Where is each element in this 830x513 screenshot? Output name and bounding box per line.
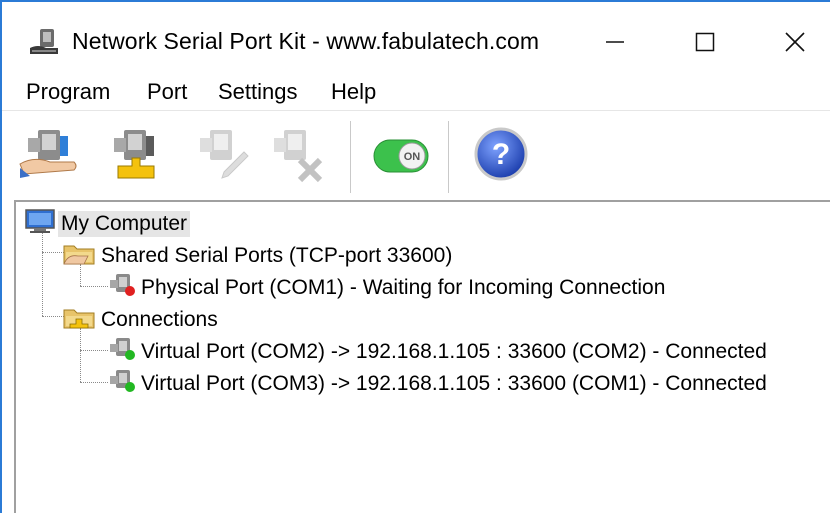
app-port-icon	[28, 26, 62, 58]
connect-port-icon	[102, 124, 168, 189]
tree-connector	[80, 382, 108, 383]
svg-text:?: ?	[492, 138, 510, 171]
edit-port-icon	[188, 124, 254, 189]
title-bar[interactable]: Network Serial Port Kit - www.fabulatech…	[2, 2, 830, 76]
tree-node-label: Physical Port (COM1) - Waiting for Incom…	[141, 276, 666, 299]
serial-port-green-icon	[108, 336, 138, 368]
tree-node-label: Virtual Port (COM3) -> 192.168.1.105 : 3…	[141, 372, 767, 395]
tree-connector	[42, 252, 64, 253]
folder-icon	[62, 304, 98, 336]
serial-port-green-icon	[108, 368, 138, 400]
tree-node-label: Virtual Port (COM2) -> 192.168.1.105 : 3…	[141, 340, 767, 363]
computer-icon	[24, 208, 58, 240]
tree-connector	[42, 232, 43, 316]
tree-connector	[42, 316, 64, 317]
menu-help[interactable]: Help	[331, 79, 376, 105]
tree-node-shared-ports[interactable]: Shared Serial Ports (TCP-port 33600)	[62, 240, 455, 272]
share-port-button[interactable]	[16, 123, 82, 189]
menu-bar: Program Port Settings Help	[2, 76, 830, 108]
app-window: Network Serial Port Kit - www.fabulatech…	[0, 0, 830, 513]
help-button[interactable]: ?	[468, 123, 534, 189]
edit-port-button[interactable]	[188, 123, 254, 189]
window-title: Network Serial Port Kit - www.fabulatech…	[72, 28, 540, 54]
serial-port-red-icon	[108, 272, 138, 304]
help-icon: ?	[471, 124, 531, 189]
connect-port-button[interactable]	[102, 123, 168, 189]
toolbar-separator	[350, 121, 351, 193]
toolbar-separator	[448, 121, 449, 193]
share-port-icon	[16, 124, 82, 189]
toggle-on-label: ON	[404, 151, 421, 163]
tree-node-label: My Computer	[58, 211, 191, 237]
delete-port-icon	[262, 124, 328, 189]
tree-node-virtual-port-com3[interactable]: Virtual Port (COM3) -> 192.168.1.105 : 3…	[108, 368, 770, 400]
menu-port[interactable]: Port	[147, 79, 187, 105]
tree-node-label: Shared Serial Ports (TCP-port 33600)	[101, 244, 453, 267]
maximize-button[interactable]	[682, 20, 728, 64]
tree-node-connections[interactable]: Connections	[62, 304, 221, 336]
folder-icon	[62, 240, 98, 272]
tree-connector	[80, 350, 108, 351]
tree-connector	[80, 328, 81, 382]
toolbar: ON ?	[2, 110, 830, 199]
tree-node-label: Connections	[101, 308, 218, 331]
tree-connector	[80, 286, 108, 287]
menu-program[interactable]: Program	[26, 79, 110, 105]
port-tree-view[interactable]: My Computer Shared Serial Ports (TCP-por…	[14, 200, 830, 513]
tree-node-virtual-port-com2[interactable]: Virtual Port (COM2) -> 192.168.1.105 : 3…	[108, 336, 770, 368]
close-button[interactable]	[772, 20, 818, 64]
menu-settings[interactable]: Settings	[218, 79, 298, 105]
minimize-button[interactable]	[592, 20, 638, 64]
delete-port-button[interactable]	[262, 123, 328, 189]
tree-node-physical-port[interactable]: Physical Port (COM1) - Waiting for Incom…	[108, 272, 668, 304]
service-toggle[interactable]: ON	[368, 123, 434, 189]
tree-node-my-computer[interactable]: My Computer	[24, 208, 191, 240]
